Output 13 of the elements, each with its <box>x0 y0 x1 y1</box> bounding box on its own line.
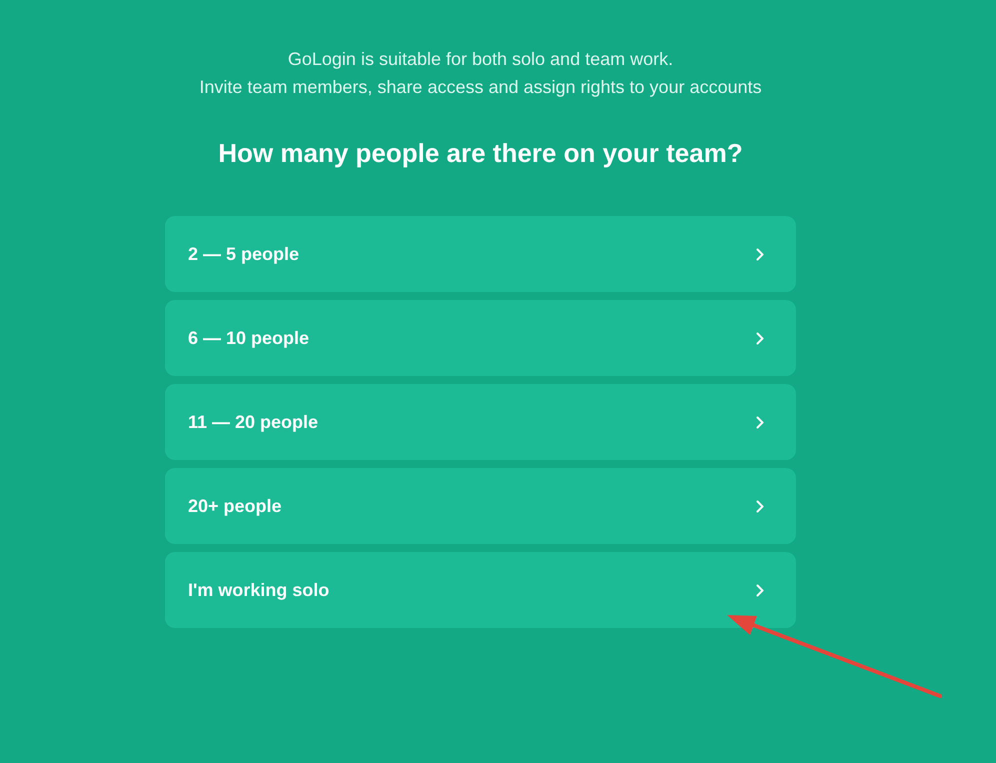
chevron-right-icon <box>756 416 764 428</box>
team-size-option[interactable]: 11 — 20 people <box>165 384 796 460</box>
team-size-option[interactable]: I'm working solo <box>165 552 796 628</box>
intro-text: GoLogin is suitable for both solo and team work. <box>288 48 674 71</box>
chevron-right-icon <box>756 584 764 596</box>
team-size-option[interactable]: 20+ people <box>165 468 796 544</box>
team-size-option[interactable]: 2 — 5 people <box>165 216 796 292</box>
chevron-right-icon <box>756 500 764 512</box>
intro-text: Invite team members, share access and assign rights to your accounts <box>199 76 762 99</box>
chevron-right-icon <box>756 332 764 344</box>
team-size-option[interactable]: 6 — 10 people <box>165 300 796 376</box>
chevron-right-icon <box>756 248 764 260</box>
question-heading: How many people are there on your team? <box>218 137 743 170</box>
